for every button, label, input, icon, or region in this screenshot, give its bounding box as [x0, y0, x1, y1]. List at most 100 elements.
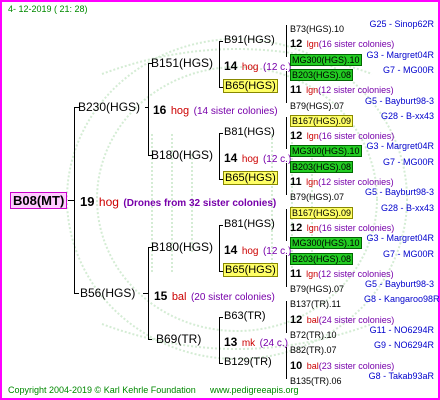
ancestor-row[interactable]: B72(TR).10 [290, 326, 337, 342]
b180a-race: hog [241, 154, 259, 165]
generation-number: 11 [290, 267, 302, 280]
queen-g3[interactable]: B65(HGS) [223, 171, 278, 185]
queen-b180-a[interactable]: B180(HGS) [151, 149, 213, 161]
ancestor-row[interactable]: B203(HGS).08 [290, 66, 354, 82]
breeder-location: G28 - B-xx43 [380, 110, 434, 121]
breeder-location: G5 - Bayburt98-3 [364, 279, 434, 290]
tree-line [219, 225, 220, 271]
ancestor-row[interactable]: MG300(HGS).10 [290, 234, 362, 250]
tree-line [286, 117, 287, 149]
queen-g3[interactable]: B63(TR) [224, 311, 266, 322]
breeder-location: G7 - MG00R [382, 156, 434, 167]
breeder-location: G5 - Bayburt98-3 [364, 187, 434, 198]
website-link[interactable]: www.pedigreeapis.org [210, 386, 299, 395]
b69-info: 13 mk (24 c.) [224, 334, 288, 350]
ancestor-row[interactable]: B167(HGS).09 [290, 112, 354, 128]
queen-g3[interactable]: B129(TR) [224, 357, 272, 368]
generation-number: 12 [290, 38, 303, 51]
b56-info: 15 bal (20 sister colonies) [154, 288, 275, 304]
race-label: lgn [306, 268, 319, 279]
queen-g3[interactable]: B81(HGS) [224, 219, 275, 230]
b56-note: (20 sister colonies) [190, 292, 275, 303]
race-label: lgn [306, 39, 319, 50]
queen-id: MG300(HGS).10 [290, 53, 362, 66]
queen-id: B79(HGS).07 [290, 192, 345, 203]
queen-g3[interactable]: B65(HGS) [223, 263, 278, 277]
b230-gen: 16 [153, 103, 167, 117]
queen-b180-b[interactable]: B180(HGS) [151, 241, 213, 253]
queen-id: B72(TR).10 [290, 330, 337, 340]
ancestor-row[interactable]: B79(HGS).07 [290, 97, 344, 113]
queen-g3[interactable]: B65(HGS) [223, 79, 278, 93]
sister-colonies-note: (16 sister colonies) [318, 131, 395, 142]
ancestor-row[interactable]: B79(HGS).07 [290, 280, 344, 296]
breeder-location: G8 - Kangaroo98R [364, 294, 440, 305]
queen-id: B203(HGS).08 [290, 252, 354, 265]
tree-line [148, 63, 149, 155]
root-note: (Drones from 32 sister colonies) [123, 198, 277, 209]
race-label: lgn [306, 222, 319, 233]
queen-g3[interactable]: B81(HGS) [224, 127, 275, 138]
ancestor-row[interactable]: B82(TR).07 [290, 341, 337, 357]
generation-number: 12 [290, 221, 303, 234]
queen-g3[interactable]: B91(HGS) [224, 35, 275, 46]
b180a-gen: 14 [224, 151, 238, 165]
b180b-race: hog [241, 246, 259, 257]
b69-gen: 13 [224, 335, 238, 349]
b180b-info: 14 hog (12 c.) [224, 242, 291, 258]
breeder-location: G28 - B-xx43 [380, 202, 434, 213]
root-gen: 19 [80, 194, 95, 209]
ancestor-row[interactable]: B79(HGS).07 [290, 188, 344, 204]
b180b-gen: 14 [224, 243, 238, 257]
tree-line [143, 293, 149, 294]
queen-b151[interactable]: B151(HGS) [151, 57, 213, 69]
sister-colonies-note: (23 sister colonies) [318, 360, 395, 371]
tree-line [286, 347, 287, 379]
queen-id: B203(HGS).08 [290, 68, 354, 81]
ancestor-row[interactable]: B203(HGS).08 [290, 250, 354, 266]
ancestor-row[interactable]: B137(TR).11 [290, 295, 341, 311]
b151-note: (12 c.) [262, 62, 292, 73]
b230-race: hog [170, 105, 190, 117]
generation-number: 11 [290, 176, 302, 188]
queen-b69[interactable]: B69(TR) [156, 333, 201, 345]
queen-id: B73(HGS).10 [290, 24, 345, 34]
sister-colonies-note: (12 sister colonies) [318, 268, 394, 279]
tree-line [219, 317, 223, 318]
b56-race: bal [171, 291, 187, 303]
generation-number: 12 [290, 313, 303, 326]
queen-b230[interactable]: B230(HGS) [78, 101, 140, 113]
tree-line [286, 163, 287, 195]
ancestor-row[interactable]: B203(HGS).08 [290, 158, 354, 174]
timestamp: 4- 12-2019 ( 21: 28) [8, 4, 88, 14]
tree-line [68, 200, 75, 201]
ancestor-row[interactable]: B167(HGS).09 [290, 204, 354, 220]
queen-b56[interactable]: B56(HGS) [80, 287, 135, 299]
root-queen[interactable]: B08(MT) [10, 192, 68, 209]
sister-colonies-note: (12 sister colonies) [318, 85, 394, 96]
tree-line [286, 25, 287, 57]
b180b-note: (12 c.) [262, 246, 292, 257]
sister-colonies-note: (12 sister colonies) [318, 177, 394, 187]
breeder-location: G3 - Margret04R [366, 141, 434, 152]
breeder-location: G7 - MG00R [382, 64, 434, 75]
b180a-info: 14 hog (12 c.) [224, 150, 291, 166]
ancestor-row[interactable]: MG300(HGS).10 [290, 142, 362, 158]
generation-number: 11 [290, 84, 302, 97]
pedigree-frame: 4- 12-2019 ( 21: 28) B08(MT) 19 hog (Dro… [0, 0, 440, 400]
tree-line [286, 71, 287, 103]
queen-id: B79(HGS).07 [290, 100, 345, 111]
race-label: lgn [306, 131, 319, 142]
breeder-location: G25 - Sinop62R [369, 19, 434, 29]
sister-colonies-info: 12 lgn(16 sister colonies) [290, 35, 394, 51]
sister-colonies-info: 11 lgn(12 sister colonies) [290, 81, 394, 97]
ancestor-row[interactable]: B73(HGS).10 [290, 20, 344, 36]
tree-line [286, 255, 287, 287]
tree-line [286, 301, 287, 333]
sister-colonies-note: (16 sister colonies) [318, 222, 395, 233]
b56-gen: 15 [154, 289, 168, 303]
ancestor-row[interactable]: MG300(HGS).10 [290, 51, 362, 67]
root-info: 19 hog (Drones from 32 sister colonies) [80, 194, 276, 210]
tree-line [219, 41, 220, 87]
tree-line [219, 317, 220, 363]
